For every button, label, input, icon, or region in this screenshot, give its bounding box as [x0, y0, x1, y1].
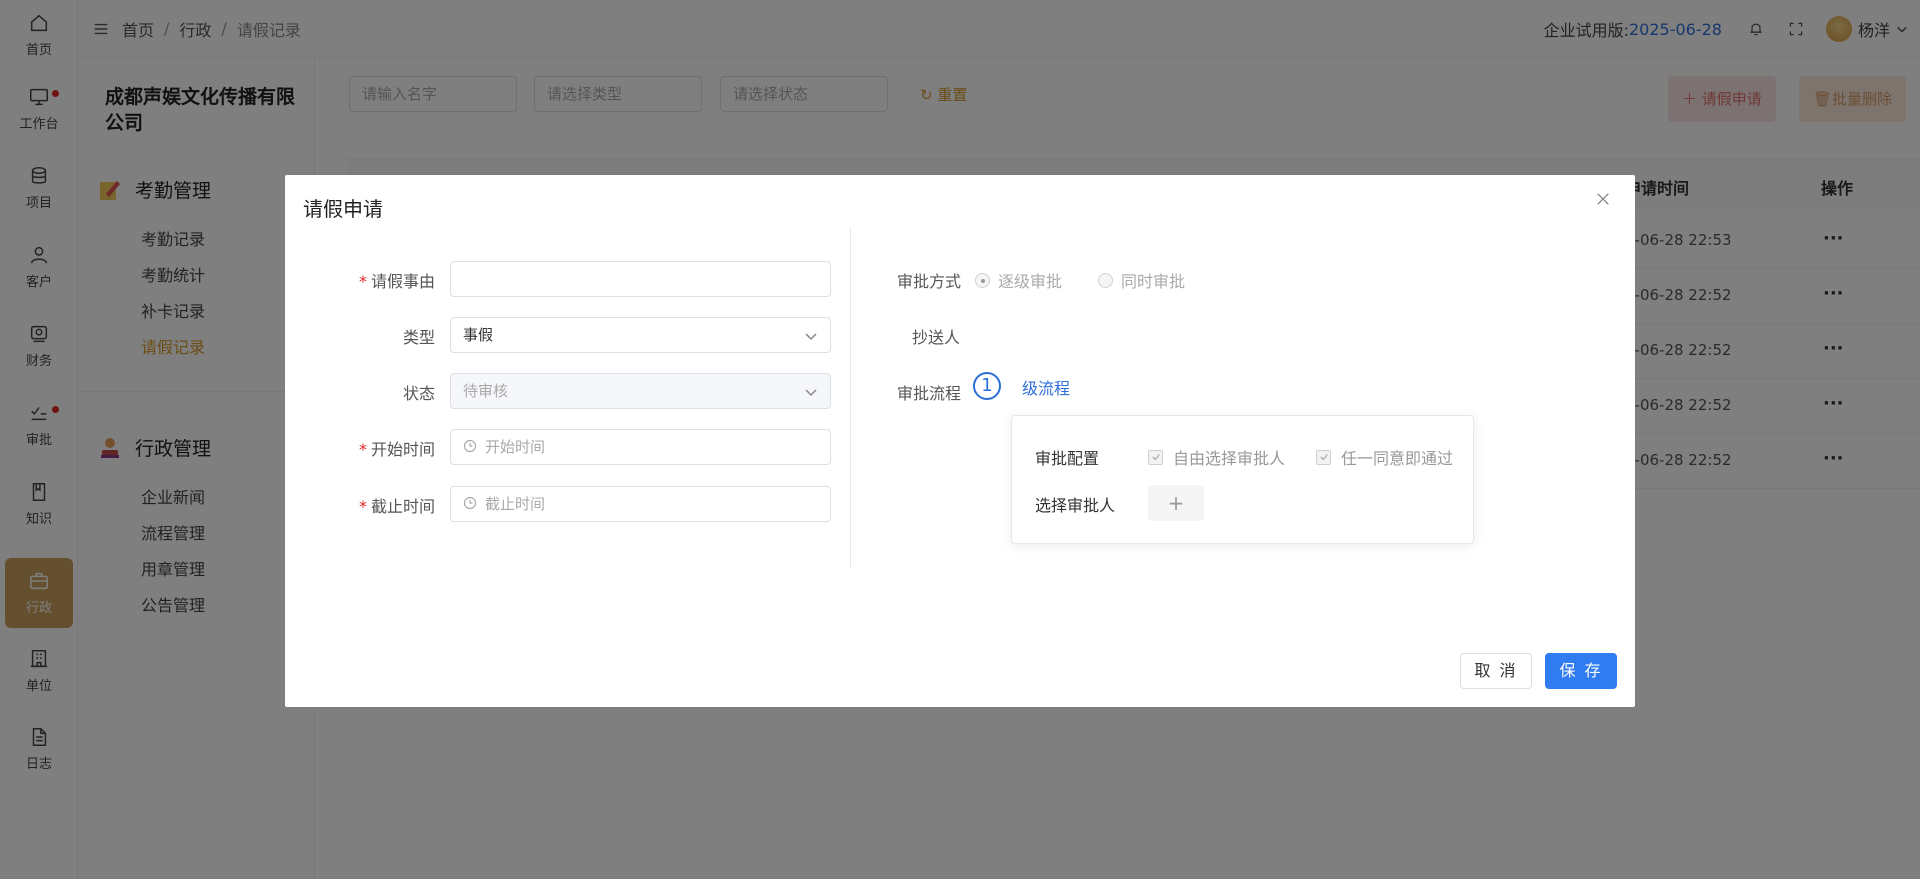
- add-approver-button[interactable]: +: [1148, 485, 1204, 521]
- reason-input[interactable]: [450, 261, 831, 297]
- check-icon: [1148, 449, 1163, 465]
- clock-icon: [463, 496, 477, 510]
- status-select: 待审核: [450, 373, 831, 409]
- check-icon: [1316, 449, 1331, 465]
- checkbox-free-select[interactable]: 自由选择审批人: [1148, 445, 1285, 469]
- clock-icon: [463, 439, 477, 453]
- start-time-picker[interactable]: 开始时间: [450, 429, 831, 465]
- step-number-badge: 1: [973, 372, 1001, 400]
- chevron-down-icon: [805, 389, 817, 397]
- save-button[interactable]: 保 存: [1545, 653, 1617, 689]
- config-label: 审批配置: [1035, 449, 1100, 468]
- radio-circle: [1098, 272, 1113, 288]
- status-label: 状态: [402, 384, 435, 403]
- chevron-down-icon: [805, 333, 817, 341]
- approval-mode-label: 审批方式: [897, 272, 962, 291]
- checkbox-any-approve[interactable]: 任一同意即通过: [1316, 445, 1453, 469]
- cancel-button[interactable]: 取 消: [1460, 653, 1532, 689]
- radio-parallel[interactable]: 同时审批: [1098, 268, 1185, 292]
- flow-level-link[interactable]: 级流程: [1022, 375, 1070, 399]
- approver-label: 选择审批人: [1035, 496, 1116, 515]
- reason-label: * 请假事由: [358, 272, 435, 291]
- radio-circle: [975, 272, 990, 288]
- cc-label: 抄送人: [912, 328, 961, 347]
- approval-flow-label: 审批流程: [897, 384, 962, 403]
- approval-config-card: 审批配置 自由选择审批人 任一同意即通过 选择审批人 +: [1011, 415, 1474, 544]
- dialog-title: 请假申请: [303, 197, 383, 221]
- start-time-label: * 开始时间: [358, 440, 435, 459]
- close-icon[interactable]: [1595, 191, 1613, 209]
- end-time-picker[interactable]: 截止时间: [450, 486, 831, 522]
- radio-sequential[interactable]: 逐级审批: [975, 268, 1062, 292]
- type-label: 类型: [402, 328, 435, 347]
- leave-apply-dialog: 请假申请 * 请假事由 类型 事假 状态 待审核 * 开始时间 开始时间 * 截止时间…: [285, 175, 1635, 707]
- plus-icon: +: [1167, 491, 1185, 515]
- type-select[interactable]: 事假: [450, 317, 831, 353]
- form-divider: [850, 227, 851, 567]
- end-time-label: * 截止时间: [358, 497, 435, 516]
